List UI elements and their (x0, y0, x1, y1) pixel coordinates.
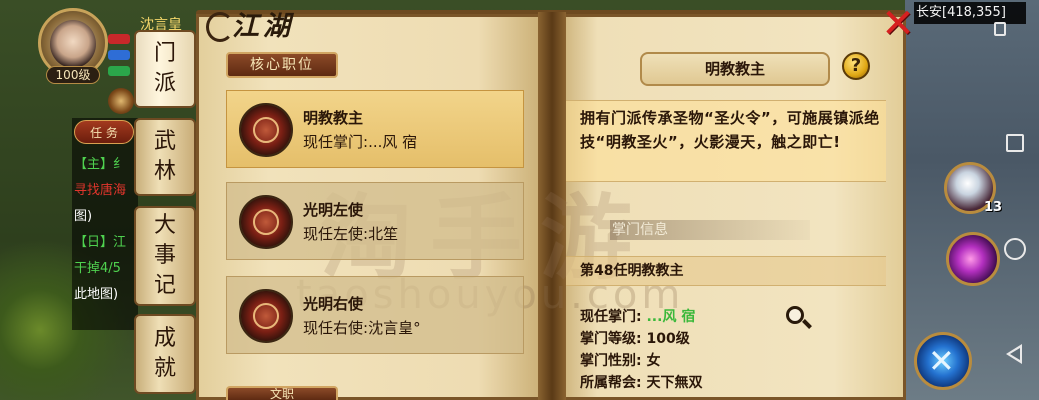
position-name: 明教教主 (303, 109, 364, 127)
info-value: 天下無双 (646, 375, 703, 391)
info-label: 掌门性别: (580, 353, 647, 369)
position-name: 光明左使 (303, 201, 364, 219)
side-tab-char: 武 (153, 129, 176, 154)
hp-bar (108, 34, 130, 44)
info-value: 女 (646, 353, 661, 369)
side-tab-char: 成 (153, 326, 176, 351)
leader-info-row: 掌门性别: 女 (580, 350, 660, 370)
info-label: 掌门等级: (580, 331, 647, 347)
holder-name: 北笙 (368, 225, 399, 243)
leader-info-heading: 掌门信息 (610, 220, 810, 240)
info-label: 所属帮会: (580, 375, 647, 391)
book-title: 江湖 (232, 11, 294, 42)
side-tab-char: 门 (153, 41, 176, 66)
position-name: 光明右使 (303, 295, 364, 313)
quest-line[interactable]: 【主】纟 (74, 152, 126, 178)
position-holder: 现任右使:沈言皇° (303, 317, 421, 338)
side-tab-0[interactable]: 门派 (134, 30, 196, 108)
position-description: 拥有门派传承圣物“圣火令”，可施展镇派绝技“明教圣火”，火影漫天，触之即亡! (580, 109, 880, 151)
close-icon[interactable]: ✕ (878, 4, 918, 44)
quest-tracker-panel[interactable]: 【主】纟 寻找唐海 图) 【日】江 干掉4/5 此地图) (72, 118, 138, 330)
info-value: ...风 宿 (646, 309, 696, 325)
circle-icon[interactable] (1004, 238, 1026, 260)
position-card[interactable]: 光明右使现任右使:沈言皇° (226, 276, 524, 354)
skill-orb-icon[interactable] (946, 232, 1000, 286)
player-level-badge: 100级 (46, 66, 100, 84)
leader-info-row: 所属帮会: 天下無双 (580, 372, 702, 392)
back-triangle-inner (1010, 348, 1020, 360)
dragon-emblem-icon (239, 195, 293, 249)
quest-line[interactable]: 此地图) (74, 282, 126, 308)
location-coordinates: 长安[418,355] (914, 2, 1026, 24)
leader-info-row: 现任掌门: ...风 宿 (580, 306, 695, 326)
info-label: 现任掌门: (580, 309, 647, 325)
quest-line[interactable]: 干掉4/5 (74, 256, 126, 282)
position-card[interactable]: 光明左使现任左使:北笙 (226, 182, 524, 260)
square-icon[interactable] (1006, 134, 1024, 152)
dragon-emblem-icon (239, 103, 293, 157)
holder-label: 现任右使: (303, 319, 369, 337)
player-avatar (50, 20, 96, 68)
quest-tab-button[interactable]: 任 务 (74, 120, 134, 144)
side-tab-char: 派 (153, 71, 176, 96)
buff-gem-icon[interactable] (108, 88, 134, 114)
dragon-emblem-icon (239, 289, 293, 343)
core-positions-tab[interactable]: 核心职位 (226, 52, 338, 78)
holder-label: 现任左使: (303, 225, 369, 243)
side-tab-2[interactable]: 大事记 (134, 206, 196, 306)
leader-generation: 第48任明教教主 (566, 256, 886, 286)
side-tab-char: 林 (153, 159, 176, 184)
civil-positions-tab[interactable]: 文职 (226, 386, 338, 400)
info-value: 100级 (646, 331, 690, 347)
position-card[interactable]: 明教教主现任掌门:...风 宿 (226, 90, 524, 168)
holder-label: 现任掌门: (303, 133, 369, 151)
quest-line[interactable]: 图) (74, 204, 126, 230)
holder-name: 沈言皇° (368, 319, 421, 337)
position-holder: 现任掌门:...风 宿 (303, 131, 417, 152)
question-icon[interactable]: ? (842, 52, 870, 80)
position-holder: 现任左使:北笙 (303, 223, 398, 244)
side-tab-char: 记 (153, 273, 176, 298)
crossed-swords-icon: ✕ (928, 342, 955, 380)
position-detail-title: 明教教主 (640, 52, 830, 86)
holder-name: ...风 宿 (368, 133, 418, 151)
leader-info-row: 掌门等级: 100级 (580, 328, 690, 348)
quest-line[interactable]: 【日】江 (74, 230, 126, 256)
side-tab-char: 大 (153, 213, 176, 238)
side-tab-3[interactable]: 成就 (134, 314, 196, 394)
quest-line[interactable]: 寻找唐海 (74, 178, 126, 204)
side-tab-char: 就 (153, 356, 176, 381)
mp-bar (108, 50, 130, 60)
side-tab-1[interactable]: 武林 (134, 118, 196, 196)
copy-icon[interactable] (994, 22, 1006, 36)
potion-count: 13 (984, 200, 1003, 215)
xp-bar (108, 66, 130, 76)
side-tab-char: 事 (153, 243, 176, 268)
